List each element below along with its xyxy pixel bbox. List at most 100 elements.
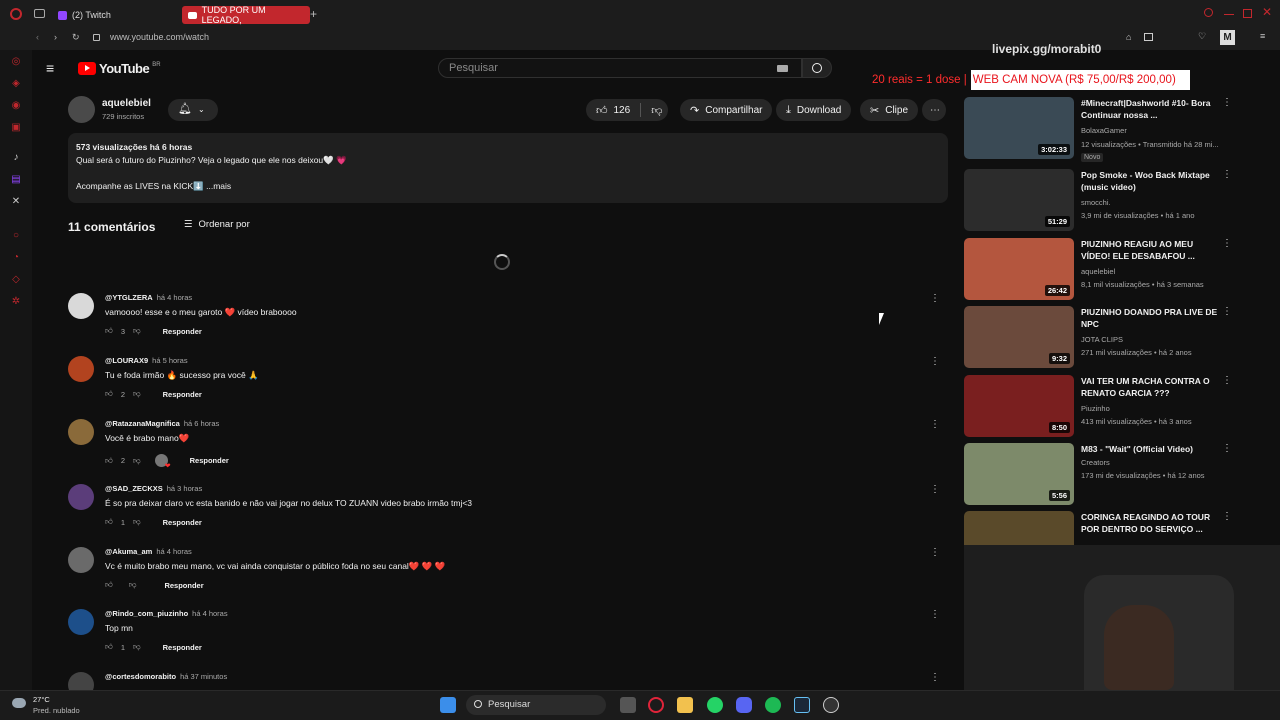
- dislike-comment-icon[interactable]: 👎︎: [129, 580, 137, 590]
- sort-button[interactable]: ☰ Ordenar por: [184, 219, 250, 230]
- video-title[interactable]: VAI TER UM RACHA CONTRA O RENATO GARCIA …: [1081, 375, 1221, 399]
- video-options-icon[interactable]: ⋮: [1222, 238, 1232, 249]
- maximize-button[interactable]: [1243, 9, 1252, 18]
- keyboard-icon[interactable]: [777, 65, 788, 72]
- url-field[interactable]: www.youtube.com/watch: [110, 32, 209, 42]
- history-icon[interactable]: ◔: [10, 252, 22, 264]
- hamburger-menu-icon[interactable]: ≡: [46, 60, 54, 76]
- video-thumbnail[interactable]: 3:02:33: [964, 97, 1074, 159]
- forward-icon[interactable]: ›: [54, 32, 57, 42]
- bookmark-icon[interactable]: ⌂: [1126, 32, 1131, 42]
- search-tabs-icon[interactable]: [1204, 8, 1213, 17]
- tiktok-icon[interactable]: ♪: [10, 152, 22, 164]
- comment-options-icon[interactable]: ⋮: [930, 484, 940, 496]
- video-options-icon[interactable]: ⋮: [1222, 306, 1232, 317]
- related-video[interactable]: 5:56 M83 - "Wait" (Official Video) Creat…: [964, 443, 1234, 507]
- weather-desc[interactable]: Pred. nublado: [33, 706, 80, 715]
- task-view-icon[interactable]: [620, 697, 636, 713]
- like-comment-icon[interactable]: 👍︎: [105, 326, 113, 336]
- like-comment-icon[interactable]: 👍︎: [105, 456, 113, 466]
- notification-bell-button[interactable]: 🔔︎ ⌄: [168, 99, 218, 121]
- minimize-button[interactable]: [1224, 14, 1234, 15]
- video-thumbnail[interactable]: [964, 511, 1074, 545]
- comment-options-icon[interactable]: ⋮: [930, 547, 940, 559]
- instagram-icon[interactable]: ▣: [10, 122, 22, 134]
- taskbar-search[interactable]: Pesquisar: [466, 695, 606, 715]
- video-channel[interactable]: BolaxaGamer: [1081, 126, 1127, 135]
- obs-icon[interactable]: [823, 697, 839, 713]
- clip-button[interactable]: ✂ Clipe: [860, 99, 919, 121]
- reply-button[interactable]: Responder: [163, 518, 202, 527]
- reply-button[interactable]: Responder: [163, 327, 202, 336]
- comment-options-icon[interactable]: ⋮: [930, 609, 940, 621]
- weather-icon[interactable]: [12, 698, 26, 708]
- comment-avatar[interactable]: [68, 547, 94, 573]
- video-options-icon[interactable]: ⋮: [1222, 375, 1232, 386]
- new-tab-button[interactable]: +: [310, 7, 317, 21]
- video-title[interactable]: #Minecraft|Dashworld #10- Bora Continuar…: [1081, 97, 1221, 121]
- comment-avatar[interactable]: [68, 672, 94, 690]
- comment-time[interactable]: há 4 horas: [156, 547, 191, 556]
- comment-options-icon[interactable]: ⋮: [930, 293, 940, 305]
- comment-author[interactable]: @LOURAX9: [105, 356, 148, 365]
- related-video[interactable]: 8:50 VAI TER UM RACHA CONTRA O RENATO GA…: [964, 375, 1234, 439]
- channel-name[interactable]: aquelebiel: [102, 98, 151, 109]
- twitch-sidebar-icon[interactable]: ▤: [10, 174, 22, 186]
- like-comment-icon[interactable]: 👍︎: [105, 389, 113, 399]
- back-icon[interactable]: ‹: [36, 32, 39, 42]
- dislike-comment-icon[interactable]: 👎︎: [133, 517, 141, 527]
- comment-time[interactable]: há 3 horas: [167, 484, 202, 493]
- heart-icon[interactable]: ♡: [1198, 31, 1206, 42]
- video-thumbnail[interactable]: 9:32: [964, 306, 1074, 368]
- steam-icon[interactable]: [794, 697, 810, 713]
- video-channel[interactable]: JOTA CLIPS: [1081, 335, 1123, 344]
- like-comment-icon[interactable]: 👍︎: [105, 580, 113, 590]
- video-channel[interactable]: aquelebiel: [1081, 267, 1115, 276]
- camera-icon[interactable]: [1144, 33, 1153, 41]
- related-video[interactable]: 26:42 PIUZINHO REAGIU AO MEU VÍDEO! ELE …: [964, 238, 1234, 302]
- related-video[interactable]: CORINGA REAGINDO AO TOUR POR DENTRO DO S…: [964, 511, 1234, 545]
- comment-author[interactable]: @Akuma_am: [105, 547, 152, 556]
- comment-options-icon[interactable]: ⋮: [930, 356, 940, 368]
- share-button[interactable]: ↷ Compartilhar: [680, 99, 773, 121]
- video-channel[interactable]: Piuzinho: [1081, 404, 1110, 413]
- close-window-button[interactable]: ✕: [1262, 5, 1272, 19]
- comment-time[interactable]: há 4 horas: [157, 293, 192, 302]
- related-video[interactable]: 51:29 Pop Smoke - Woo Back Mixtape (musi…: [964, 169, 1234, 233]
- pinboard-icon[interactable]: ◇: [10, 274, 22, 286]
- reply-button[interactable]: Responder: [190, 456, 229, 465]
- aria-icon[interactable]: ◎: [10, 56, 22, 68]
- reply-button[interactable]: Responder: [164, 581, 203, 590]
- related-video[interactable]: 9:32 PIUZINHO DOANDO PRA LIVE DE NPC JOT…: [964, 306, 1234, 370]
- video-title[interactable]: CORINGA REAGINDO AO TOUR POR DENTRO DO S…: [1081, 511, 1221, 535]
- video-title[interactable]: PIUZINHO DOANDO PRA LIVE DE NPC: [1081, 306, 1221, 330]
- comment-author[interactable]: @RatazanaMagnifica: [105, 419, 180, 428]
- comment-options-icon[interactable]: ⋮: [930, 419, 940, 431]
- comment-time[interactable]: há 37 minutos: [180, 672, 227, 681]
- video-thumbnail[interactable]: 8:50: [964, 375, 1074, 437]
- video-title[interactable]: PIUZINHO REAGIU AO MEU VÍDEO! ELE DESABA…: [1081, 238, 1221, 262]
- more-actions-button[interactable]: ⋯: [922, 99, 946, 121]
- dislike-comment-icon[interactable]: 👎︎: [133, 456, 141, 466]
- dislike-comment-icon[interactable]: 👎︎: [133, 642, 141, 652]
- reply-button[interactable]: Responder: [163, 643, 202, 652]
- file-explorer-icon[interactable]: [677, 697, 693, 713]
- like-button[interactable]: 👍︎ 126 👎︎: [586, 99, 668, 121]
- video-thumbnail[interactable]: 26:42: [964, 238, 1074, 300]
- reload-icon[interactable]: ↻: [72, 32, 80, 43]
- thumbs-down-icon[interactable]: 👎︎: [651, 104, 662, 117]
- weather-temp[interactable]: 27°C: [33, 695, 50, 704]
- related-video[interactable]: 3:02:33 #Minecraft|Dashworld #10- Bora C…: [964, 97, 1234, 162]
- comment-author[interactable]: @SAD_ZECKXS: [105, 484, 163, 493]
- opera-gx-taskbar-icon[interactable]: [648, 697, 664, 713]
- like-comment-icon[interactable]: 👍︎: [105, 517, 113, 527]
- discord-icon[interactable]: [736, 697, 752, 713]
- comment-author[interactable]: @Rindo_com_piuzinho: [105, 609, 188, 618]
- tab-youtube[interactable]: TUDO POR UM LEGADO,: [182, 5, 310, 25]
- comment-author[interactable]: @YTGLZERA: [105, 293, 153, 302]
- player-icon[interactable]: ○: [10, 230, 22, 242]
- comment-time[interactable]: há 6 horas: [184, 419, 219, 428]
- video-options-icon[interactable]: ⋮: [1222, 443, 1232, 454]
- menu-icon[interactable]: ≡: [1260, 31, 1265, 41]
- spotify-icon[interactable]: [765, 697, 781, 713]
